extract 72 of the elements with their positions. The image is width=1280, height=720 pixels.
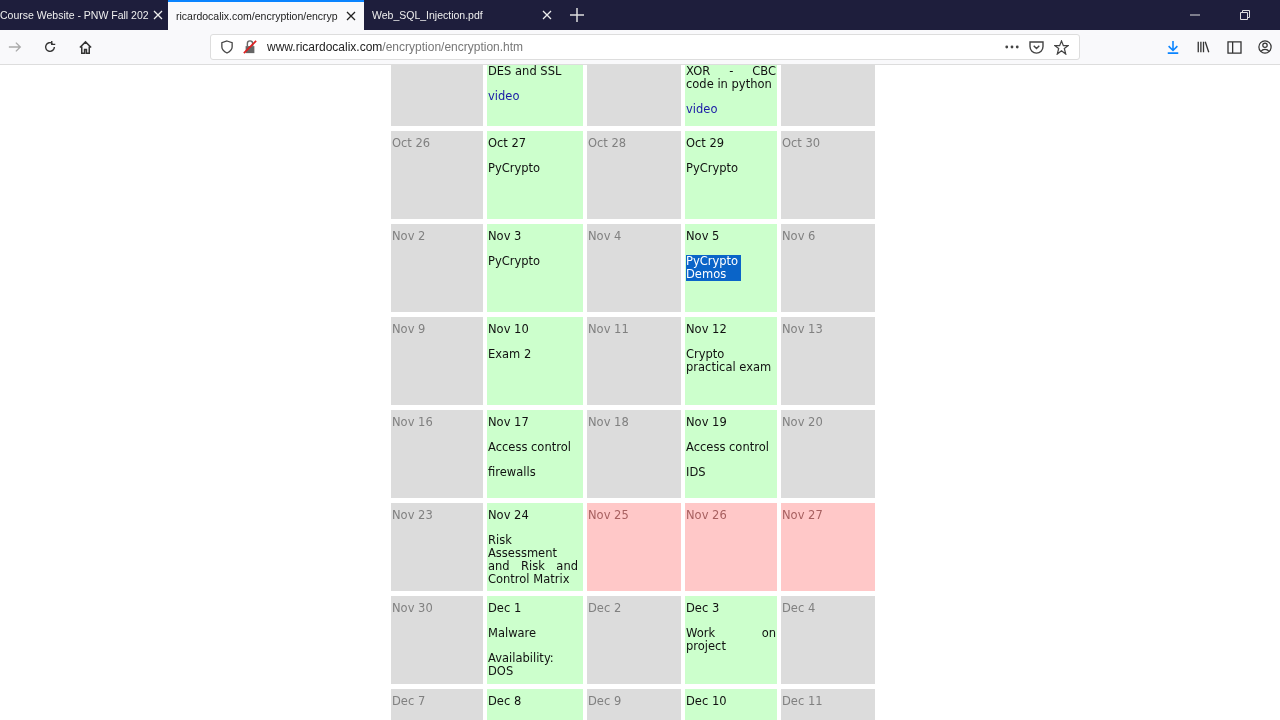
date-label: Nov 24 <box>488 509 529 522</box>
date-label: Nov 10 <box>488 323 529 336</box>
topic-text: Access control <box>686 441 770 454</box>
date-label: Nov 23 <box>392 509 433 522</box>
pocket-icon[interactable] <box>1029 40 1044 54</box>
topic-text: Availability: DOS <box>488 652 555 678</box>
date-label: Dec 1 <box>488 602 522 615</box>
topic-text: PyCrypto Demos <box>686 255 741 281</box>
date-label: Nov 27 <box>782 509 823 522</box>
date-label: Dec 2 <box>588 602 622 615</box>
date-label: Dec 3 <box>686 602 720 615</box>
date-label: Nov 17 <box>488 416 529 429</box>
topic-text: Work on project <box>686 627 776 653</box>
insecure-lock-icon <box>243 40 257 54</box>
date-label: Nov 12 <box>686 323 727 336</box>
home-icon[interactable] <box>78 39 93 55</box>
url-text: www.ricardocalix.com/encryption/encryption.htm <box>267 40 524 54</box>
topic-text: Malware <box>488 627 538 640</box>
date-label: Nov 9 <box>392 323 426 336</box>
close-icon[interactable] <box>346 11 356 21</box>
date-label: Nov 4 <box>588 230 622 243</box>
topic-text: PyCrypto <box>686 162 740 175</box>
topic-text: IDS <box>686 466 707 479</box>
sidebar-icon[interactable] <box>1227 40 1242 54</box>
video-link[interactable]: video <box>488 90 578 103</box>
date-label: Nov 18 <box>588 416 629 429</box>
date-label: Nov 6 <box>782 230 816 243</box>
restore-icon[interactable] <box>1240 10 1250 20</box>
address-bar[interactable]: www.ricardocalix.com/encryption/encryption.htm <box>210 34 1080 60</box>
star-icon[interactable] <box>1054 39 1069 55</box>
date-label: Nov 13 <box>782 323 823 336</box>
date-label: Oct 30 <box>782 137 821 150</box>
download-icon[interactable] <box>1166 40 1180 54</box>
date-label: Oct 27 <box>488 137 527 150</box>
shield-icon[interactable] <box>221 40 233 54</box>
reload-icon[interactable] <box>43 40 57 54</box>
date-label: Nov 19 <box>686 416 727 429</box>
date-label: Nov 3 <box>488 230 522 243</box>
topic-text: Access control <box>488 441 572 454</box>
browser-tab[interactable]: Course Website - PNW Fall 202 <box>0 0 168 30</box>
account-icon[interactable] <box>1258 40 1272 54</box>
topic-text: firewalls <box>488 466 537 479</box>
video-link[interactable]: video <box>686 103 776 116</box>
date-label: Dec 8 <box>488 695 522 708</box>
topic-text: Risk Assessment and Risk and Control Matrix <box>488 534 578 586</box>
date-label: Nov 25 <box>588 509 629 522</box>
more-icon[interactable] <box>1005 45 1019 49</box>
date-label: Nov 16 <box>392 416 433 429</box>
date-label: Dec 4 <box>782 602 816 615</box>
topic-text: PyCrypto <box>488 255 542 268</box>
date-label: Nov 20 <box>782 416 823 429</box>
date-label: Dec 9 <box>588 695 622 708</box>
topic-text: DES and SSL <box>488 65 563 78</box>
topic-text: PyCrypto <box>488 162 542 175</box>
date-label: Dec 7 <box>392 695 426 708</box>
date-label: Dec 10 <box>686 695 727 708</box>
new-tab-icon[interactable] <box>570 8 584 22</box>
date-label: Oct 29 <box>686 137 725 150</box>
date-label: Nov 26 <box>686 509 727 522</box>
date-label: Nov 5 <box>686 230 720 243</box>
date-label: Nov 11 <box>588 323 629 336</box>
topic-text: Exam 2 <box>488 348 533 361</box>
date-label: Oct 26 <box>392 137 431 150</box>
topic-text: Crypto practical exam <box>686 348 773 374</box>
date-label: Nov 2 <box>392 230 426 243</box>
date-label: Dec 11 <box>782 695 823 708</box>
date-label: Nov 30 <box>392 602 433 615</box>
date-label: Oct 28 <box>588 137 627 150</box>
browser-tab[interactable]: ricardocalix.com/encryption/encryp <box>168 0 364 30</box>
library-icon[interactable] <box>1196 40 1211 54</box>
topic-text: XOR - CBC code in python <box>686 65 776 91</box>
browser-tab[interactable]: Web_SQL_Injection.pdf <box>364 0 560 30</box>
